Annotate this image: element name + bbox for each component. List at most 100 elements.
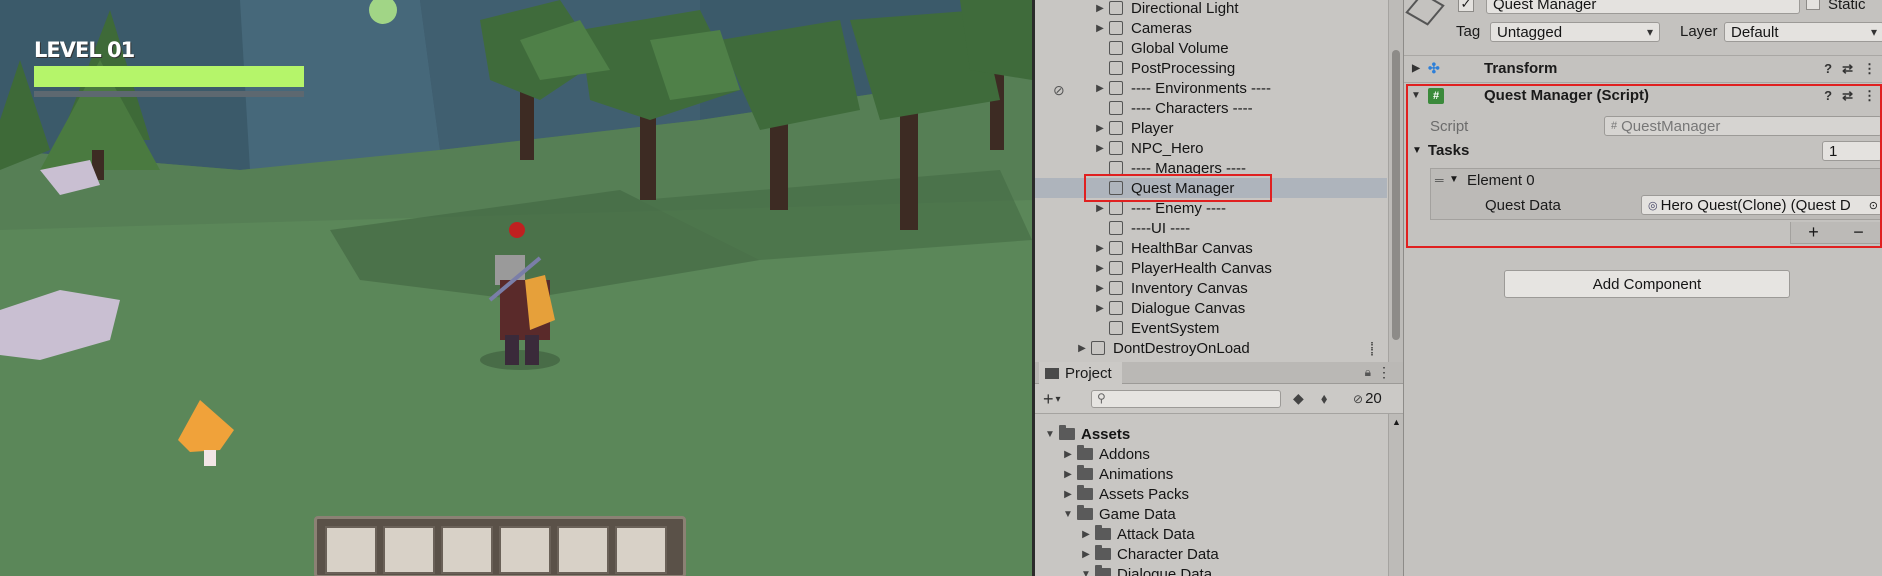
hierarchy-item[interactable]: ▶ DontDestroyOnLoad ⋮ bbox=[1035, 338, 1387, 358]
hierarchy-item[interactable]: ---- Managers ---- bbox=[1035, 158, 1387, 178]
hotbar-slot[interactable] bbox=[383, 526, 435, 574]
hierarchy-scrollbar[interactable] bbox=[1388, 0, 1403, 362]
expand-arrow-icon[interactable]: ▶ bbox=[1093, 243, 1107, 254]
expand-arrow-icon[interactable]: ▶ bbox=[1093, 123, 1107, 134]
collapse-arrow-icon[interactable]: ▼ bbox=[1043, 429, 1057, 440]
scene-options-icon[interactable]: ⋮ bbox=[1365, 341, 1379, 358]
expand-arrow-icon[interactable]: ▶ bbox=[1079, 549, 1093, 560]
project-folder[interactable]: ▶ Animations bbox=[1035, 464, 1387, 484]
project-folder[interactable]: ▼ Game Data bbox=[1035, 504, 1387, 524]
expand-arrow-icon[interactable]: ▶ bbox=[1061, 449, 1075, 460]
static-checkbox[interactable] bbox=[1806, 0, 1820, 10]
hidden-packages-toggle[interactable]: ⊘ 20 bbox=[1353, 390, 1382, 407]
project-folder[interactable]: ▶ Attack Data bbox=[1035, 524, 1387, 544]
project-folder[interactable]: ▶ Assets Packs bbox=[1035, 484, 1387, 504]
project-folder[interactable]: ▶ Addons bbox=[1035, 444, 1387, 464]
tasks-foldout[interactable]: ▼ Tasks bbox=[1412, 142, 1469, 159]
hotbar-slot[interactable] bbox=[499, 526, 551, 574]
folder-icon bbox=[1077, 445, 1093, 460]
more-options-icon[interactable]: ⋮ bbox=[1863, 88, 1876, 104]
hierarchy-item[interactable]: ----UI ---- bbox=[1035, 218, 1387, 238]
more-options-icon[interactable]: ⋮ bbox=[1863, 61, 1876, 77]
collapse-arrow-icon[interactable]: ▼ bbox=[1449, 174, 1459, 185]
hierarchy-item[interactable]: ▶ Dialogue Canvas bbox=[1035, 298, 1387, 318]
remove-element-button[interactable]: − bbox=[1853, 222, 1864, 243]
element-label: Element 0 bbox=[1467, 172, 1535, 189]
transform-label: Transform bbox=[1484, 60, 1558, 77]
help-icon[interactable]: ? bbox=[1824, 61, 1832, 77]
expand-arrow-icon[interactable]: ▶ bbox=[1061, 469, 1075, 480]
expand-arrow-icon[interactable]: ▶ bbox=[1093, 143, 1107, 154]
scroll-up-icon[interactable]: ▲ bbox=[1392, 417, 1401, 427]
help-icon[interactable]: ? bbox=[1824, 88, 1832, 104]
preset-icon[interactable]: ⇄ bbox=[1842, 88, 1853, 104]
game-view[interactable]: LEVEL 01 bbox=[0, 0, 1032, 576]
hotbar-slot[interactable] bbox=[325, 526, 377, 574]
hierarchy-item[interactable]: ▶ Directional Light bbox=[1035, 0, 1387, 18]
expand-arrow-icon[interactable]: ▶ bbox=[1093, 283, 1107, 294]
project-folder[interactable]: ▼ Assets bbox=[1035, 424, 1387, 444]
expand-arrow-icon[interactable]: ▶ bbox=[1079, 529, 1093, 540]
expand-arrow-icon[interactable]: ▶ bbox=[1093, 263, 1107, 274]
object-name-field[interactable]: Quest Manager bbox=[1486, 0, 1800, 14]
project-scrollbar[interactable]: ▲ bbox=[1388, 414, 1403, 576]
tab-project[interactable]: Project bbox=[1039, 362, 1122, 384]
hierarchy-item[interactable]: Quest Manager bbox=[1035, 178, 1387, 198]
hierarchy-item[interactable]: ▶ ---- Environments ---- bbox=[1035, 78, 1387, 98]
collapse-arrow-icon[interactable]: ▼ bbox=[1412, 145, 1422, 156]
quest-manager-component-header[interactable]: ▼ # Quest Manager (Script) ? ⇄ ⋮ bbox=[1404, 82, 1882, 108]
hierarchy-item[interactable]: EventSystem bbox=[1035, 318, 1387, 338]
hierarchy-item[interactable]: ▶ Player bbox=[1035, 118, 1387, 138]
collapse-arrow-icon[interactable]: ▼ bbox=[1061, 509, 1075, 520]
filter-by-label-icon[interactable]: ⬧ bbox=[1321, 390, 1327, 407]
quest-data-field[interactable]: ◎ Hero Quest(Clone) (Quest D ⊙ bbox=[1641, 195, 1882, 215]
expand-arrow-icon[interactable]: ▶ bbox=[1404, 63, 1428, 74]
preset-icon[interactable]: ⇄ bbox=[1842, 61, 1853, 77]
expand-arrow-icon[interactable]: ▶ bbox=[1093, 203, 1107, 214]
hierarchy-item[interactable]: ▶ ---- Enemy ---- bbox=[1035, 198, 1387, 218]
hierarchy-item[interactable]: ▶ HealthBar Canvas bbox=[1035, 238, 1387, 258]
add-component-button[interactable]: Add Component bbox=[1504, 270, 1790, 298]
hotbar-slot[interactable] bbox=[441, 526, 493, 574]
expand-arrow-icon[interactable]: ▶ bbox=[1075, 343, 1089, 354]
active-checkbox[interactable]: ✓ bbox=[1458, 0, 1474, 12]
hierarchy-item[interactable]: PostProcessing bbox=[1035, 58, 1387, 78]
object-picker-icon[interactable]: ⊙ bbox=[1869, 199, 1878, 212]
component-title: Quest Manager (Script) bbox=[1484, 87, 1650, 104]
hierarchy-item[interactable]: ---- Characters ---- bbox=[1035, 98, 1387, 118]
add-element-button[interactable]: + bbox=[1808, 222, 1819, 243]
expand-arrow-icon[interactable]: ▶ bbox=[1093, 23, 1107, 34]
collapse-arrow-icon[interactable]: ▼ bbox=[1079, 569, 1093, 576]
expand-arrow-icon[interactable]: ▶ bbox=[1093, 303, 1107, 314]
lock-icon[interactable]: 🔒︎ bbox=[1365, 365, 1371, 380]
hierarchy-scrollbar-thumb[interactable] bbox=[1392, 50, 1400, 340]
tasks-size-field[interactable]: 1 bbox=[1822, 141, 1882, 161]
hierarchy-item[interactable]: Global Volume bbox=[1035, 38, 1387, 58]
tag-dropdown[interactable]: Untagged bbox=[1490, 22, 1660, 42]
project-folder[interactable]: ▼ Dialogue Data bbox=[1035, 564, 1387, 576]
project-options-icon[interactable]: ⋮ bbox=[1377, 364, 1391, 381]
hotbar-slot[interactable] bbox=[615, 526, 667, 574]
hierarchy-item[interactable]: ▶ Cameras bbox=[1035, 18, 1387, 38]
hotbar-slot[interactable] bbox=[557, 526, 609, 574]
hierarchy-item[interactable]: ▶ NPC_Hero bbox=[1035, 138, 1387, 158]
transform-component-header[interactable]: ▶ ✣ Transform ? ⇄ ⋮ bbox=[1404, 55, 1882, 81]
project-panel[interactable]: Project 🔒︎ ⋮ + ▾ ⚲ ◆ ⬧ ⊘ 20 ▼ Assets ▶ Addo… bbox=[1035, 362, 1403, 576]
scriptable-object-icon: ◎ bbox=[1648, 199, 1658, 212]
scene-visibility-icon[interactable]: ⊘ bbox=[1053, 82, 1065, 99]
hierarchy-panel[interactable]: ▶ Directional Light ▶ Cameras Global Volume P… bbox=[1035, 0, 1403, 362]
hierarchy-item[interactable]: ▶ Inventory Canvas bbox=[1035, 278, 1387, 298]
project-search-input[interactable]: ⚲ bbox=[1091, 390, 1281, 408]
tasks-label: Tasks bbox=[1427, 142, 1470, 159]
create-asset-button[interactable]: + ▾ bbox=[1043, 388, 1081, 410]
drag-handle-icon[interactable]: ═ bbox=[1435, 173, 1444, 187]
expand-arrow-icon[interactable]: ▶ bbox=[1093, 3, 1107, 14]
collapse-arrow-icon[interactable]: ▼ bbox=[1404, 90, 1428, 101]
layer-dropdown[interactable]: Default bbox=[1724, 22, 1882, 42]
hierarchy-item[interactable]: ▶ PlayerHealth Canvas bbox=[1035, 258, 1387, 278]
project-folder[interactable]: ▶ Character Data bbox=[1035, 544, 1387, 564]
expand-arrow-icon[interactable]: ▶ bbox=[1061, 489, 1075, 500]
gameobject-cube-icon bbox=[1109, 101, 1123, 115]
expand-arrow-icon[interactable]: ▶ bbox=[1093, 83, 1107, 94]
filter-by-type-icon[interactable]: ◆ bbox=[1293, 390, 1304, 407]
